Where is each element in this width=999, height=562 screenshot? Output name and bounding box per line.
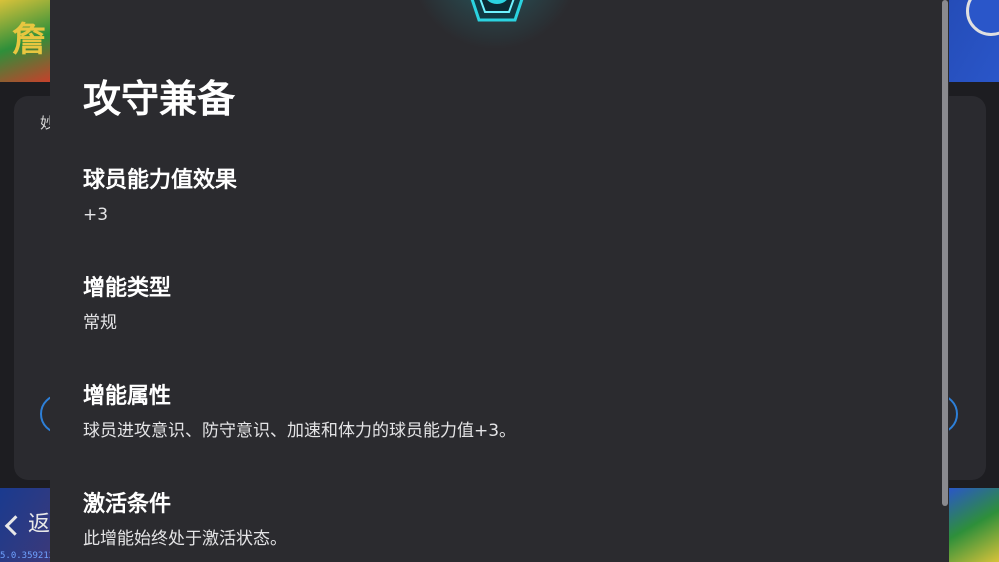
- section-heading: 增能属性: [83, 384, 172, 409]
- modal-scrollbar[interactable]: [942, 0, 948, 506]
- chevron-left-icon: [4, 514, 26, 536]
- section-ability-effect: 球员能力值效果 +3: [83, 166, 237, 228]
- background-logo-glyph: 詹: [12, 20, 46, 60]
- section-body: 此增能始终处于激活状态。: [83, 529, 287, 549]
- section-body: 球员进攻意识、防守意识、加速和体力的球员能力值+3。: [83, 421, 517, 441]
- back-button[interactable]: 返: [2, 510, 50, 540]
- boost-detail-modal: 攻守兼备 球员能力值效果 +3 增能类型 常规 增能属性 球员进攻意识、防守意识…: [50, 0, 949, 562]
- section-body: 常规: [83, 313, 117, 333]
- screen: 詹 妙 返 5.0.359212999.1785245961 攻守兼备 球员能力…: [0, 0, 999, 562]
- back-button-label: 返: [27, 512, 50, 537]
- boost-badge-icon: [470, 0, 524, 22]
- section-activation-condition: 激活条件 此增能始终处于激活状态。: [83, 490, 287, 552]
- section-boost-type: 增能类型 常规: [83, 274, 171, 336]
- section-heading: 激活条件: [83, 492, 172, 517]
- section-heading: 球员能力值效果: [83, 168, 238, 193]
- section-boost-attributes: 增能属性 球员进攻意识、防守意识、加速和体力的球员能力值+3。: [83, 382, 516, 444]
- section-body: +3: [83, 205, 109, 225]
- background-footer-art: [948, 488, 999, 562]
- section-heading: 增能类型: [83, 276, 172, 301]
- modal-title: 攻守兼备: [83, 77, 236, 121]
